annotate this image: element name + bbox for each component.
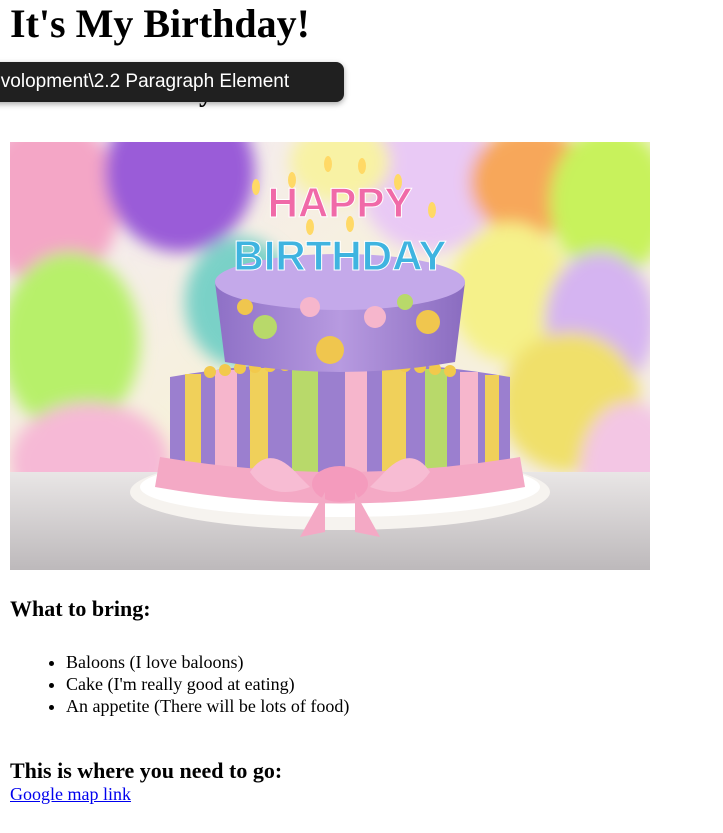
directions-heading: This is where you need to go:	[10, 758, 283, 783]
tooltip-text: levolopment\2.2 Paragraph Element	[0, 71, 290, 92]
list-item: Cake (I'm really good at eating)	[66, 673, 349, 695]
birthday-cake-image: HAPPY BIRTHDAY	[10, 142, 650, 570]
bring-list: Baloons (I love baloons) Cake (I'm reall…	[10, 651, 349, 717]
path-tooltip: levolopment\2.2 Paragraph Element	[0, 62, 344, 102]
what-to-bring-heading: What to bring:	[10, 596, 151, 621]
google-map-link[interactable]: Google map link	[10, 783, 131, 805]
cake-text-birthday: BIRTHDAY	[233, 232, 446, 279]
cake-text-happy: HAPPY	[268, 179, 413, 226]
list-item: An appetite (There will be lots of food)	[66, 695, 349, 717]
page-title: It's My Birthday!	[10, 1, 310, 46]
list-item: Baloons (I love baloons)	[66, 651, 349, 673]
